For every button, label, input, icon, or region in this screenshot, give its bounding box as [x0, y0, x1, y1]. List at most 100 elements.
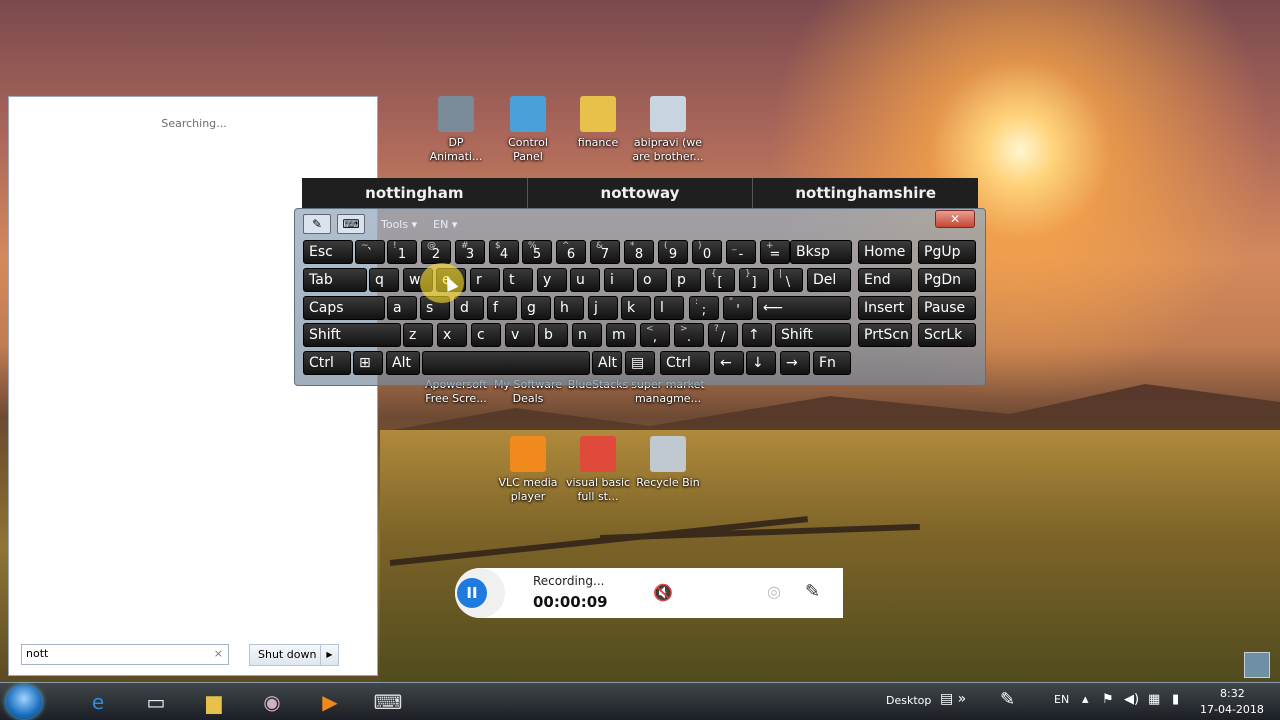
key--key[interactable]: }] [739, 268, 769, 292]
key-3[interactable]: #3 [455, 240, 485, 264]
audio-muted-icon[interactable]: 🔇 [653, 583, 673, 602]
key-2[interactable]: @2 [421, 240, 451, 264]
keyboard-mode-icon[interactable]: ⌨ [337, 214, 365, 234]
key-b[interactable]: b [538, 323, 568, 347]
annotate-pen-icon[interactable]: ✎ [805, 581, 820, 602]
key--key[interactable]: ↑ [742, 323, 772, 347]
key-f[interactable]: f [487, 296, 517, 320]
key-caps[interactable]: Caps [303, 296, 385, 320]
network-icon[interactable]: ▦ [1148, 692, 1160, 707]
tools-menu[interactable]: Tools ▾ [381, 218, 417, 231]
key-pgdn[interactable]: PgDn [918, 268, 976, 292]
desktop-icon[interactable]: finance [560, 96, 636, 150]
key-u[interactable]: u [570, 268, 600, 292]
start-button-icon[interactable] [6, 685, 42, 719]
key-h[interactable]: h [554, 296, 584, 320]
key-5[interactable]: % 5 [522, 240, 552, 264]
window-taskbar-icon[interactable]: ▭ [134, 687, 178, 717]
toolbar-expand-icon[interactable]: ▤ » [940, 691, 966, 707]
key-g[interactable]: g [521, 296, 551, 320]
power-icon[interactable]: ▮ [1172, 692, 1179, 707]
key--key[interactable]: _ - [726, 240, 756, 264]
key-n[interactable]: n [572, 323, 602, 347]
key-8[interactable]: * 8 [624, 240, 654, 264]
desktop-toolbar-label[interactable]: Desktop [886, 694, 931, 707]
media-taskbar-icon[interactable]: ▶ [308, 687, 352, 717]
volume-icon[interactable]: ◀) [1124, 692, 1139, 707]
key-q[interactable]: q [369, 268, 399, 292]
key-shift[interactable]: Shift [775, 323, 851, 347]
key-j[interactable]: j [588, 296, 618, 320]
key-t[interactable]: t [503, 268, 533, 292]
key-prtscn[interactable]: PrtScn [858, 323, 912, 347]
key-tab[interactable]: Tab [303, 268, 367, 292]
key-alt[interactable]: Alt [386, 351, 420, 375]
key--key[interactable]: ⟵ [757, 296, 851, 320]
key-l[interactable]: l [654, 296, 684, 320]
key-scrlk[interactable]: ScrLk [918, 323, 976, 347]
key-home[interactable]: Home [858, 240, 912, 264]
osk-taskbar-icon[interactable]: ⌨ [366, 687, 410, 717]
key-shift[interactable]: Shift [303, 323, 401, 347]
language-indicator[interactable]: EN [1054, 693, 1069, 706]
key--key[interactable]: ↓ [746, 351, 776, 375]
explorer-taskbar-icon[interactable]: ▆ [192, 687, 236, 717]
key-ctrl[interactable]: Ctrl [660, 351, 710, 375]
key--key[interactable]: >. [674, 323, 704, 347]
shut-down-options-icon[interactable]: ▶ [320, 645, 338, 665]
desktop-icon[interactable]: DP Animati... [418, 96, 494, 164]
key--key[interactable]: → [780, 351, 810, 375]
key-7[interactable]: & 7 [590, 240, 620, 264]
key-esc[interactable]: Esc [303, 240, 353, 264]
key--key[interactable]: <, [640, 323, 670, 347]
key--key[interactable]: ~ ` [355, 240, 385, 264]
desktop-icon[interactable]: Recycle Bin [630, 436, 706, 490]
tray-overflow-icon[interactable]: ▴ [1082, 692, 1089, 707]
key-m[interactable]: m [606, 323, 636, 347]
key--key[interactable]: ▤ [625, 351, 655, 375]
key-v[interactable]: v [505, 323, 535, 347]
key--key[interactable]: {[ [705, 268, 735, 292]
key-o[interactable]: o [637, 268, 667, 292]
key-0[interactable]: ) 0 [692, 240, 722, 264]
desktop-icon[interactable]: VLC media player [490, 436, 566, 504]
key--key[interactable]: | \ [773, 268, 803, 292]
suggestion-nottingham[interactable]: nottingham [302, 178, 528, 208]
shut-down-button[interactable]: Shut down ▶ [249, 644, 339, 666]
key-a[interactable]: a [387, 296, 417, 320]
key-pgup[interactable]: PgUp [918, 240, 976, 264]
key-4[interactable]: $4 [489, 240, 519, 264]
key-pause[interactable]: Pause [918, 296, 976, 320]
key-bksp[interactable]: Bksp [790, 240, 852, 264]
key-r[interactable]: r [470, 268, 500, 292]
key-space-key[interactable] [422, 351, 590, 375]
key--key[interactable]: :; [689, 296, 719, 320]
key-end[interactable]: End [858, 268, 912, 292]
key-6[interactable]: ^ 6 [556, 240, 586, 264]
action-center-icon[interactable]: ⚑ [1102, 692, 1114, 707]
key-c[interactable]: c [471, 323, 501, 347]
key-9[interactable]: (9 [658, 240, 688, 264]
key-insert[interactable]: Insert [858, 296, 912, 320]
language-menu[interactable]: EN ▾ [433, 218, 457, 231]
key-fn[interactable]: Fn [813, 351, 851, 375]
pause-recording-button[interactable]: II [457, 578, 487, 608]
webcam-icon[interactable]: ◎ [767, 582, 781, 601]
key-1[interactable]: ! 1 [387, 240, 417, 264]
key-alt[interactable]: Alt [592, 351, 622, 375]
desktop-icon[interactable]: abipravi (we are brother... [630, 96, 706, 164]
start-search-input[interactable]: nott × [21, 644, 229, 665]
pen-input-icon[interactable]: ✎ [1000, 689, 1024, 713]
key--key[interactable]: " ' [723, 296, 753, 320]
handwriting-mode-icon[interactable]: ✎ [303, 214, 331, 234]
key--key[interactable]: ? / [708, 323, 738, 347]
osk-close-button[interactable]: ✕ [935, 210, 975, 228]
desktop-icon[interactable]: Control Panel [490, 96, 566, 164]
paint-taskbar-icon[interactable]: ◉ [250, 687, 294, 717]
key-p[interactable]: p [671, 268, 701, 292]
key--key[interactable]: + = [760, 240, 790, 264]
key-i[interactable]: i [604, 268, 634, 292]
key--key[interactable]: ⊞ [353, 351, 383, 375]
clear-search-icon[interactable]: × [214, 647, 223, 660]
key-x[interactable]: x [437, 323, 467, 347]
